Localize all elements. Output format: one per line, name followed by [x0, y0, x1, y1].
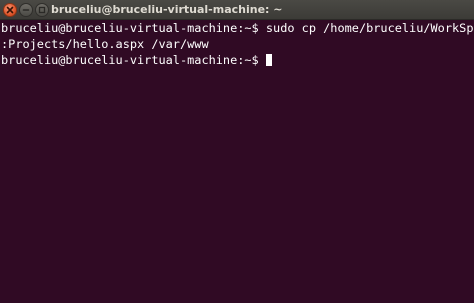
terminal-output-area[interactable]: bruceliu@bruceliu-virtual-machine:~$ sud… — [0, 20, 474, 303]
maximize-icon — [38, 6, 46, 14]
terminal-lines: bruceliu@bruceliu-virtual-machine:~$ sud… — [1, 20, 474, 68]
window-controls — [3, 3, 49, 17]
text-cursor — [265, 54, 272, 66]
terminal-line-command-wrap: :Projects/hello.aspx /var/www — [1, 37, 209, 51]
terminal-line-prompt: bruceliu@bruceliu-virtual-machine:~$ — [1, 52, 474, 68]
close-button[interactable] — [3, 3, 17, 17]
close-icon — [6, 6, 14, 14]
title-bar[interactable]: bruceliu@bruceliu-virtual-machine: ~ — [0, 0, 474, 20]
minimize-button[interactable] — [19, 3, 33, 17]
maximize-button[interactable] — [35, 3, 49, 17]
minimize-icon — [22, 9, 30, 11]
terminal-line-command: bruceliu@bruceliu-virtual-machine:~$ sud… — [1, 21, 474, 35]
terminal-window: bruceliu@bruceliu-virtual-machine: ~ bru… — [0, 0, 474, 303]
prompt-text: bruceliu@bruceliu-virtual-machine:~$ — [1, 53, 259, 67]
window-title: bruceliu@bruceliu-virtual-machine: ~ — [51, 3, 283, 16]
